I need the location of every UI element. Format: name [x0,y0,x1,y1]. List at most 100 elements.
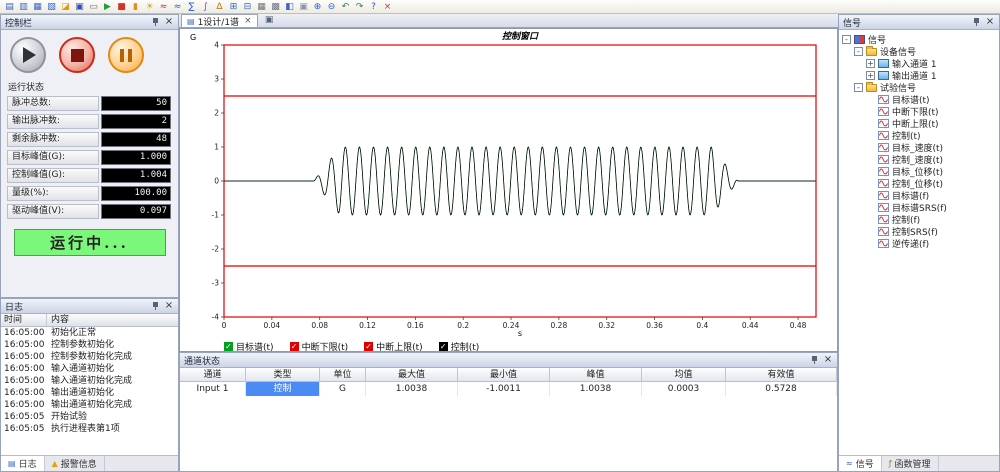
status-field-value: 1.004 [101,168,171,183]
tree-item[interactable]: 控制_速度(t) [839,153,999,165]
save-all-icon[interactable]: ▧ [45,1,58,13]
help-icon[interactable]: ? [367,1,380,13]
log-message: 输出通道初始化完成 [47,399,178,411]
tab-function-manager[interactable]: ƒ 函数管理 [882,456,939,471]
tree-item[interactable]: 控制(f) [839,213,999,225]
undo-icon[interactable]: ↶ [339,1,352,13]
expander-icon[interactable]: - [854,47,863,56]
camera-icon[interactable]: ▣ [297,1,310,13]
log-panel-titlebar: 日志 × [1,299,178,314]
legend-checkbox[interactable]: ✓ [364,342,373,351]
zoom-out-icon[interactable]: ⊖ [325,1,338,13]
log-message: 控制参数初始化 [47,339,178,351]
log-row: 16:05:05执行进程表第1项 [1,423,178,435]
tree-item[interactable]: 控制SRS(f) [839,225,999,237]
pause-test-icon[interactable]: ▮ [129,1,142,13]
tree-item[interactable]: 目标谱(t) [839,93,999,105]
svg-text:-4: -4 [212,313,220,322]
new-icon[interactable]: ▤ [3,1,16,13]
tree-item-label: 逆传递(f) [892,237,929,250]
tree-item[interactable]: 中断下限(t) [839,105,999,117]
table-view-icon[interactable]: ▦ [255,1,268,13]
save-icon[interactable]: ▦ [31,1,44,13]
pin-icon[interactable] [151,17,160,27]
tree-item[interactable]: 目标_速度(t) [839,141,999,153]
status-field-label: 剩余脉冲数: [7,132,99,147]
start-button[interactable] [10,37,46,73]
settings-icon[interactable]: ☀ [143,1,156,13]
channel-row[interactable]: Input 1控制G1.0038-1.00111.00380.00030.572… [180,382,837,396]
redo-icon[interactable]: ↷ [353,1,366,13]
open-icon[interactable]: ▥ [17,1,30,13]
tree-item[interactable]: 目标_位移(t) [839,165,999,177]
legend-checkbox[interactable]: ✓ [290,342,299,351]
tab-alarm-info[interactable]: ▲ 报警信息 [45,456,105,471]
svg-text:0.28: 0.28 [551,321,568,330]
cell: 控制 [246,382,320,396]
window-split-icon[interactable]: ◧ [283,1,296,13]
tree-item[interactable]: -试验信号 [839,81,999,93]
wave-icon [878,167,889,176]
time-signal-icon[interactable]: ≈ [157,1,170,13]
transfer-icon[interactable]: ∫ [199,1,212,13]
pause-icon [120,49,124,62]
layout-grid-icon[interactable]: ⊞ [227,1,240,13]
tab-close-icon[interactable]: × [244,16,252,26]
cell: G [320,382,366,396]
cell: -1.0011 [458,382,550,396]
legend-checkbox[interactable]: ✓ [439,342,448,351]
stop-button[interactable] [59,37,95,73]
wave-icon [878,155,889,164]
expander-icon[interactable]: - [854,83,863,92]
stop-test-icon[interactable]: ■ [115,1,128,13]
expander-icon[interactable]: - [842,35,851,44]
close-icon[interactable]: × [164,301,174,311]
tree-item[interactable]: 逆传递(f) [839,237,999,249]
start-test-icon[interactable]: ▶ [101,1,114,13]
svg-text:s: s [518,329,522,338]
freq-signal-icon[interactable]: ≈ [171,1,184,13]
pin-icon[interactable] [151,301,160,311]
document-tab[interactable]: ▤ 1设计/1谱 × [181,14,258,27]
channel-panel-titlebar: 通道状态 × [180,353,837,368]
folder-icon[interactable]: ◪ [59,1,72,13]
log-time: 16:05:00 [1,339,47,351]
tree-item[interactable]: 控制_位移(t) [839,177,999,189]
close-icon[interactable]: × [985,17,995,27]
wave-icon [878,203,889,212]
log-row: 16:05:00输出通道初始化完成 [1,399,178,411]
log-message: 初始化正常 [47,327,178,339]
tree-item[interactable]: 控制(t) [839,129,999,141]
tree-item[interactable]: +输入通道 1 [839,57,999,69]
control-window-chart: 控制窗口G00.040.080.120.160.20.240.280.320.3… [180,29,837,339]
tree-item[interactable]: 目标谱SRS(f) [839,201,999,213]
tree-item[interactable]: 目标谱(f) [839,189,999,201]
report-icon[interactable]: ▩ [269,1,282,13]
exit-icon[interactable]: × [381,1,394,13]
pause-button[interactable] [108,37,144,73]
tab-signal[interactable]: ≈ 信号 [839,456,882,471]
spectrum-icon[interactable]: ∑ [185,1,198,13]
control-panel-title: 控制栏 [5,16,32,29]
column-header: 最大值 [366,368,458,382]
tree-item[interactable]: +输出通道 1 [839,69,999,81]
wave-icon [878,119,889,128]
tree-item[interactable]: -信号 [839,33,999,45]
close-icon[interactable]: × [823,355,833,365]
layout-single-icon[interactable]: ⊟ [241,1,254,13]
close-icon[interactable]: × [164,17,174,27]
snapshot-icon[interactable]: ▣ [263,14,276,26]
delta-icon[interactable]: Δ [213,1,226,13]
tree-item[interactable]: 中断上限(t) [839,117,999,129]
legend-item: ✓目标谱(t) [224,340,274,353]
disk-icon[interactable]: ▣ [73,1,86,13]
legend-checkbox[interactable]: ✓ [224,342,233,351]
expander-icon[interactable]: + [866,71,875,80]
expander-icon[interactable]: + [866,59,875,68]
pin-icon[interactable] [810,355,819,365]
zoom-in-icon[interactable]: ⊕ [311,1,324,13]
print-icon[interactable]: ▭ [87,1,100,13]
pin-icon[interactable] [972,17,981,27]
tree-item[interactable]: -设备信号 [839,45,999,57]
tab-log[interactable]: ▤ 日志 [1,456,45,471]
